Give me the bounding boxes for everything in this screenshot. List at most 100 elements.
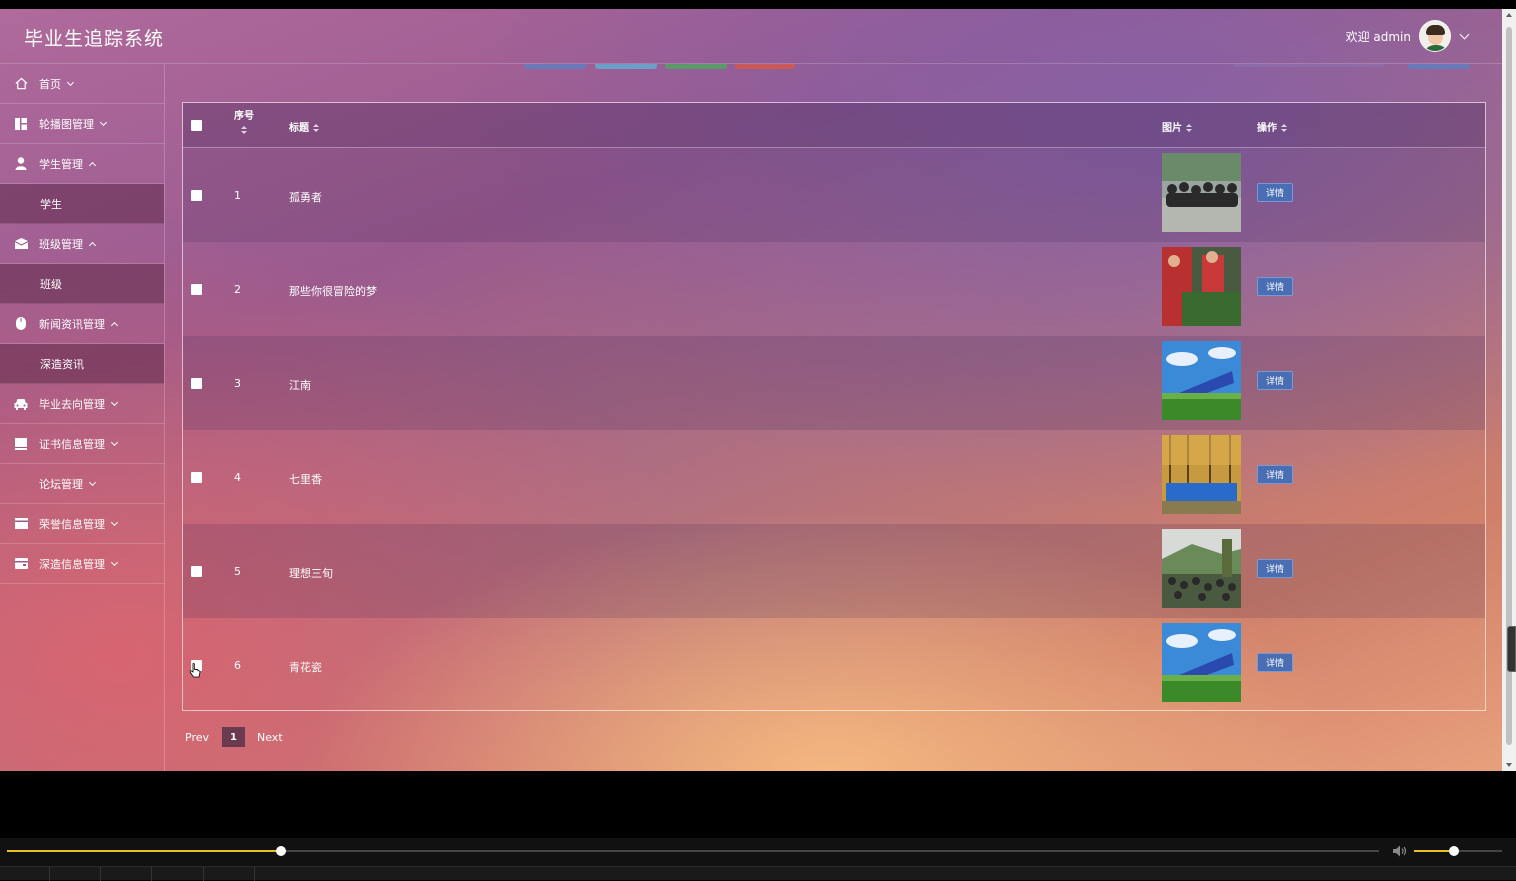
row-checkbox[interactable] — [191, 378, 202, 389]
row-image[interactable] — [1162, 529, 1241, 608]
sort-icon[interactable] — [313, 123, 319, 133]
mail-icon — [14, 237, 28, 251]
wallet-icon — [14, 557, 28, 571]
player-toolbar-button[interactable] — [0, 867, 50, 881]
seek-bar-progress — [7, 850, 281, 852]
prev-page-link[interactable]: Prev — [185, 731, 209, 744]
row-checkbox[interactable] — [191, 566, 202, 577]
app-window: 毕业生追踪系统 欢迎 admin 首页 轮播图管理 学生管理 学生 班级管理 班… — [0, 9, 1502, 771]
column-header-title[interactable]: 标题 — [289, 119, 319, 134]
table-row: 1 孤勇者 详情 — [183, 148, 1485, 242]
row-image[interactable] — [1162, 623, 1241, 702]
toolbar-button-fragment[interactable] — [735, 64, 795, 69]
row-index: 4 — [234, 471, 241, 484]
detail-button[interactable]: 详情 — [1257, 653, 1293, 672]
sidebar-item-classes[interactable]: 班级管理 — [0, 224, 164, 264]
data-table: 序号 标题 图片 操作 1 孤勇者 详情 2 那些你很冒险的梦 详情 3 江南 … — [182, 102, 1486, 711]
toolbar-button-fragment[interactable] — [595, 64, 657, 69]
sidebar-subitem-label: 学生 — [40, 197, 62, 211]
row-title: 青花瓷 — [289, 661, 322, 674]
toolbar-button-fragment[interactable] — [524, 64, 586, 69]
sidebar-item-label: 毕业去向管理 — [39, 397, 105, 411]
detail-button[interactable]: 详情 — [1257, 277, 1293, 296]
sort-icon[interactable] — [1281, 123, 1287, 133]
column-header-index[interactable]: 序号 — [234, 110, 254, 138]
detail-button[interactable]: 详情 — [1257, 559, 1293, 578]
volume-icon[interactable] — [1392, 844, 1408, 858]
sidebar-subitem-label: 班级 — [40, 277, 62, 291]
user-menu[interactable]: 欢迎 admin — [1346, 20, 1470, 52]
chevron-down-icon — [66, 78, 75, 86]
table-header-row: 序号 标题 图片 操作 — [183, 103, 1485, 148]
sort-icon[interactable] — [241, 125, 247, 135]
column-header-action[interactable]: 操作 — [1257, 119, 1287, 134]
chevron-down-icon[interactable] — [1459, 29, 1470, 39]
column-header-image[interactable]: 图片 — [1162, 119, 1192, 134]
select-all-checkbox[interactable] — [191, 120, 202, 131]
chevron-down-icon — [110, 558, 119, 566]
next-page-link[interactable]: Next — [257, 731, 283, 744]
search-button-fragment[interactable] — [1408, 64, 1470, 69]
search-field-fragment[interactable] — [1233, 64, 1385, 67]
sort-icon[interactable] — [1186, 123, 1192, 133]
table-row: 2 那些你很冒险的梦 详情 — [183, 242, 1485, 336]
player-toolbar-button[interactable] — [50, 867, 101, 881]
sidebar-item-honors[interactable]: 荣誉信息管理 — [0, 504, 164, 544]
row-image[interactable] — [1162, 435, 1241, 514]
side-drawer-handle[interactable] — [1507, 626, 1516, 672]
sidebar-item-carousel[interactable]: 轮播图管理 — [0, 104, 164, 144]
seek-handle[interactable] — [276, 846, 286, 856]
row-index: 5 — [234, 565, 241, 578]
car-icon — [14, 397, 28, 411]
sidebar-item-destination[interactable]: 毕业去向管理 — [0, 384, 164, 424]
sidebar-item-news[interactable]: 新闻资讯管理 — [0, 304, 164, 344]
player-toolbar-button[interactable] — [204, 867, 255, 881]
detail-button[interactable]: 详情 — [1257, 465, 1293, 484]
scroll-up-arrow-icon[interactable] — [1506, 13, 1512, 17]
player-toolbar-button[interactable] — [101, 867, 152, 881]
sidebar: 首页 轮播图管理 学生管理 学生 班级管理 班级 新闻资讯管理 深造资讯 毕业去… — [0, 64, 165, 771]
player-toolbar-button[interactable] — [152, 867, 204, 881]
detail-button[interactable]: 详情 — [1257, 371, 1293, 390]
sidebar-item-label: 学生管理 — [39, 157, 83, 171]
card-icon — [14, 517, 28, 531]
scroll-down-arrow-icon[interactable] — [1506, 763, 1512, 767]
row-checkbox[interactable] — [191, 284, 202, 295]
sidebar-item-further-study[interactable]: 深造信息管理 — [0, 544, 164, 584]
detail-button[interactable]: 详情 — [1257, 183, 1293, 202]
table-row: 4 七里香 详情 — [183, 430, 1485, 524]
row-title: 理想三旬 — [289, 567, 333, 580]
sidebar-item-certificates[interactable]: 证书信息管理 — [0, 424, 164, 464]
sidebar-item-home[interactable]: 首页 — [0, 64, 164, 104]
sidebar-item-label: 新闻资讯管理 — [39, 317, 105, 331]
table-row: 6 青花瓷 详情 — [183, 618, 1485, 712]
row-index: 1 — [234, 189, 241, 202]
volume-handle[interactable] — [1449, 846, 1459, 856]
avatar[interactable] — [1419, 20, 1451, 52]
sidebar-item-label: 论坛管理 — [39, 477, 83, 491]
tablet-icon — [14, 437, 28, 451]
row-index: 2 — [234, 283, 241, 296]
player-toolbar — [0, 866, 1516, 881]
row-checkbox[interactable] — [191, 472, 202, 483]
row-checkbox[interactable] — [191, 190, 202, 201]
chevron-down-icon — [110, 398, 119, 406]
sidebar-item-label: 首页 — [39, 77, 61, 91]
mouse-cursor-icon — [189, 663, 201, 678]
chevron-down-icon — [110, 438, 119, 446]
chevron-down-icon — [110, 518, 119, 526]
sidebar-item-label: 荣誉信息管理 — [39, 517, 105, 531]
sidebar-item-label: 轮播图管理 — [39, 117, 94, 131]
page-number-current[interactable]: 1 — [222, 727, 245, 747]
toolbar-button-fragment[interactable] — [665, 64, 727, 69]
row-image[interactable] — [1162, 341, 1241, 420]
sidebar-item-forum[interactable]: 论坛管理 — [0, 464, 164, 504]
row-image[interactable] — [1162, 153, 1241, 232]
sidebar-subitem-further-study-news[interactable]: 深造资讯 — [0, 344, 164, 384]
sidebar-subitem-student[interactable]: 学生 — [0, 184, 164, 224]
sidebar-subitem-class[interactable]: 班级 — [0, 264, 164, 304]
table-row: 3 江南 详情 — [183, 336, 1485, 430]
row-image[interactable] — [1162, 247, 1241, 326]
home-icon — [14, 77, 28, 91]
sidebar-item-students[interactable]: 学生管理 — [0, 144, 164, 184]
